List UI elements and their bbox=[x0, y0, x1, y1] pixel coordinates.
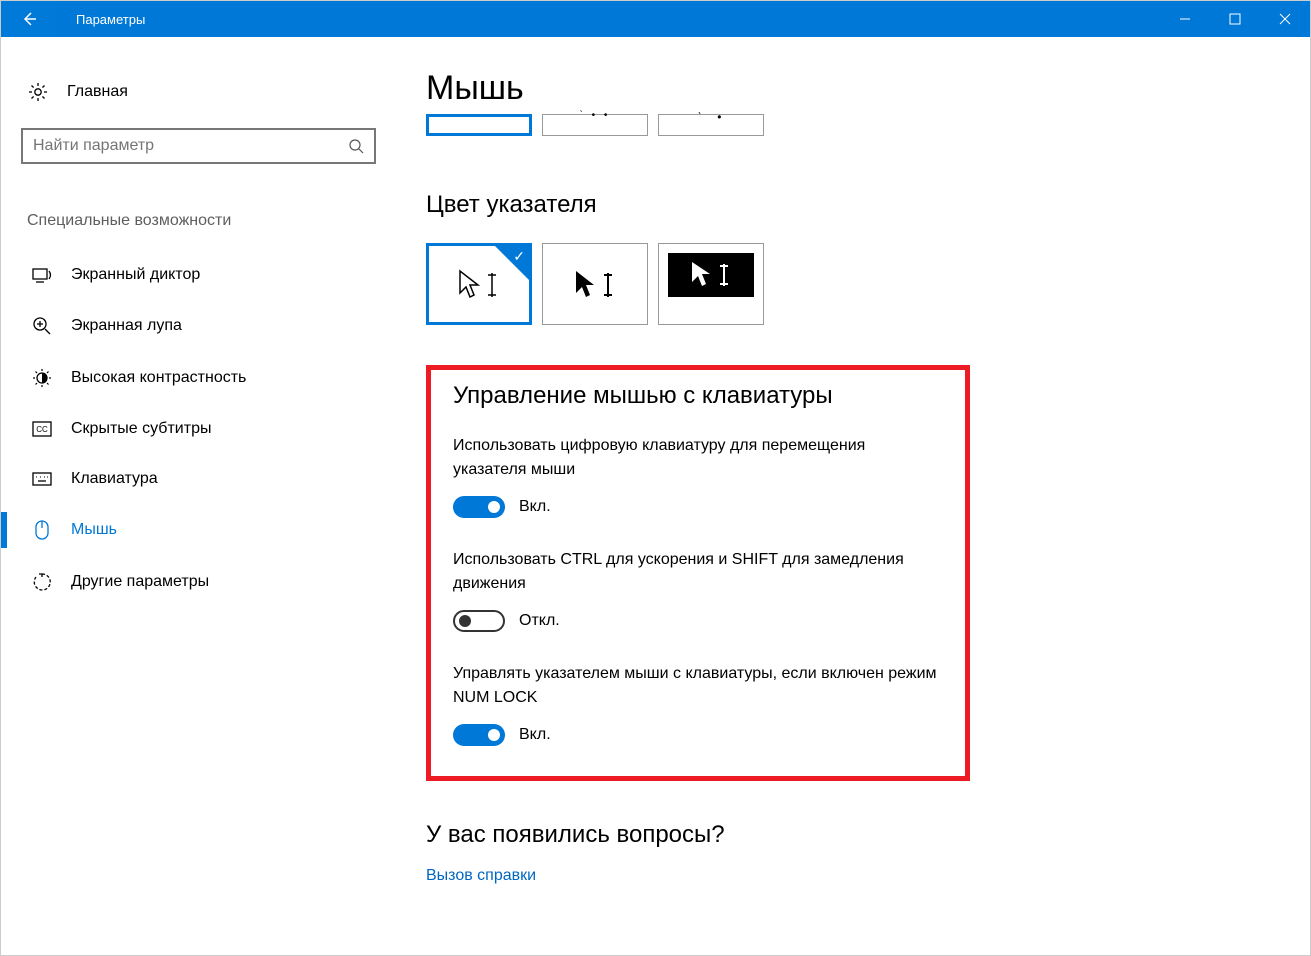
sidebar-item-label: Скрытые субтитры bbox=[71, 420, 211, 438]
magnifier-icon bbox=[31, 316, 53, 336]
sidebar-item-captions[interactable]: CC Скрытые субтитры bbox=[21, 404, 396, 454]
svg-text:CC: CC bbox=[36, 425, 48, 434]
setting-label: Управлять указателем мыши с клавиатуры, … bbox=[453, 662, 943, 710]
sidebar-section-label: Специальные возможности bbox=[21, 212, 396, 230]
sidebar-item-narrator[interactable]: Экранный диктор bbox=[21, 250, 396, 300]
captions-icon: CC bbox=[31, 421, 53, 437]
check-icon: ✓ bbox=[513, 248, 525, 265]
kb-section-title: Управление мышью с клавиатуры bbox=[453, 382, 943, 410]
page-title: Мышь bbox=[426, 69, 1280, 108]
pointer-size-options: ˋ • • ˋ • bbox=[426, 114, 1280, 136]
other-icon bbox=[31, 572, 53, 592]
sidebar-item-mouse[interactable]: Мышь bbox=[21, 504, 396, 556]
main-content: Мышь ˋ • • ˋ • Цвет указателя ✓ Упр bbox=[396, 37, 1310, 955]
back-button[interactable] bbox=[1, 1, 56, 37]
window-controls bbox=[1160, 1, 1310, 37]
pointer-size-small[interactable] bbox=[426, 114, 532, 136]
narrator-icon bbox=[31, 266, 53, 284]
pointer-color-white[interactable]: ✓ bbox=[426, 243, 532, 325]
toggle-state: Вкл. bbox=[519, 726, 551, 744]
sidebar-item-label: Другие параметры bbox=[71, 573, 209, 591]
pointer-color-title: Цвет указателя bbox=[426, 191, 1280, 219]
mouse-icon bbox=[31, 520, 53, 540]
setting-numlock: Управлять указателем мыши с клавиатуры, … bbox=[453, 662, 943, 746]
toggle-numpad-move[interactable] bbox=[453, 496, 505, 518]
sidebar-item-highcontrast[interactable]: Высокая контрастность bbox=[21, 352, 396, 404]
pointer-color-inverse[interactable] bbox=[658, 243, 764, 325]
setting-ctrl-shift: Использовать CTRL для ускорения и SHIFT … bbox=[453, 548, 943, 632]
sidebar-item-keyboard[interactable]: Клавиатура bbox=[21, 454, 396, 504]
pointer-color-options: ✓ bbox=[426, 243, 1280, 325]
setting-label: Использовать CTRL для ускорения и SHIFT … bbox=[453, 548, 943, 596]
window-title: Параметры bbox=[76, 12, 145, 27]
search-input[interactable] bbox=[33, 137, 348, 155]
help-title: У вас появились вопросы? bbox=[426, 821, 1280, 849]
pointer-size-large[interactable]: ˋ • bbox=[658, 114, 764, 136]
keyboard-mouse-section: Управление мышью с клавиатуры Использова… bbox=[426, 365, 970, 781]
sidebar-item-magnifier[interactable]: Экранная лупа bbox=[21, 300, 396, 352]
sidebar-home-label: Главная bbox=[67, 83, 128, 101]
sidebar-item-label: Высокая контрастность bbox=[71, 369, 246, 387]
toggle-numlock[interactable] bbox=[453, 724, 505, 746]
sidebar-item-other[interactable]: Другие параметры bbox=[21, 556, 396, 608]
sidebar-item-label: Мышь bbox=[71, 521, 117, 539]
keyboard-icon bbox=[31, 472, 53, 486]
sidebar-item-label: Экранная лупа bbox=[71, 317, 182, 335]
sidebar-item-label: Клавиатура bbox=[71, 470, 158, 488]
titlebar: Параметры bbox=[1, 1, 1310, 37]
toggle-state: Откл. bbox=[519, 612, 560, 630]
maximize-button[interactable] bbox=[1210, 1, 1260, 37]
gear-icon bbox=[27, 82, 49, 102]
setting-label: Использовать цифровую клавиатуру для пер… bbox=[453, 434, 943, 482]
sidebar-nav: Экранный диктор Экранная лупа Высокая ко… bbox=[21, 250, 396, 608]
minimize-button[interactable] bbox=[1160, 1, 1210, 37]
search-icon bbox=[348, 138, 364, 154]
contrast-icon bbox=[31, 368, 53, 388]
search-box[interactable] bbox=[21, 128, 376, 164]
pointer-color-black[interactable] bbox=[542, 243, 648, 325]
toggle-state: Вкл. bbox=[519, 498, 551, 516]
close-button[interactable] bbox=[1260, 1, 1310, 37]
setting-numpad-move: Использовать цифровую клавиатуру для пер… bbox=[453, 434, 943, 518]
toggle-ctrl-shift[interactable] bbox=[453, 610, 505, 632]
sidebar-home[interactable]: Главная bbox=[21, 72, 396, 112]
pointer-size-medium[interactable]: ˋ • • bbox=[542, 114, 648, 136]
help-link[interactable]: Вызов справки bbox=[426, 867, 536, 885]
sidebar: Главная Специальные возможности Экранный… bbox=[1, 37, 396, 955]
sidebar-item-label: Экранный диктор bbox=[71, 266, 200, 284]
